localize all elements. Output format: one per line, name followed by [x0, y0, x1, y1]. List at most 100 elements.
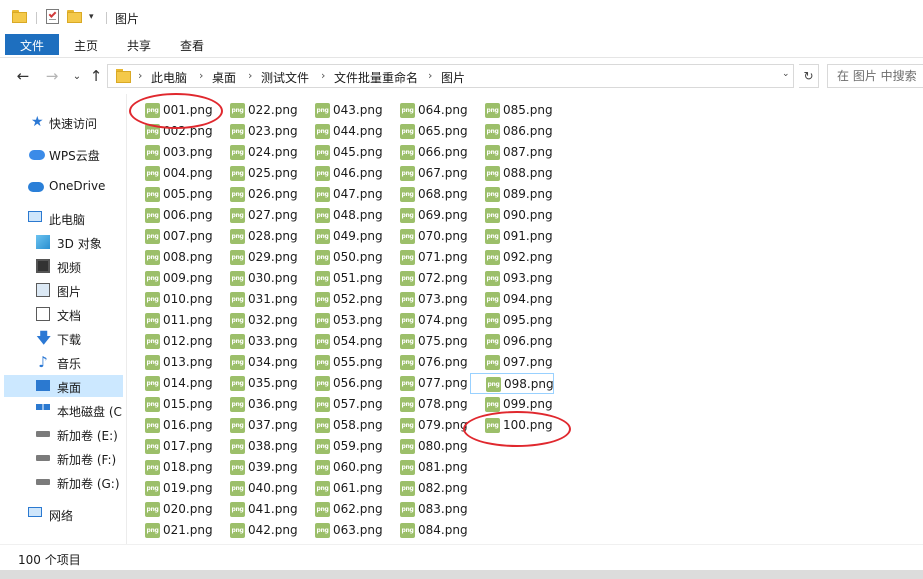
- file-item[interactable]: png 023.png: [215, 121, 299, 142]
- file-item[interactable]: png 033.png: [215, 331, 299, 352]
- file-item[interactable]: png 064.png: [385, 100, 469, 121]
- file-item[interactable]: png 037.png: [215, 415, 299, 436]
- nav-item-local-disk-c[interactable]: 本地磁盘 (C:: [4, 399, 123, 421]
- file-item[interactable]: png 025.png: [215, 163, 299, 184]
- file-item[interactable]: png 006.png: [130, 205, 214, 226]
- file-item[interactable]: png 071.png: [385, 247, 469, 268]
- file-item[interactable]: png 005.png: [130, 184, 214, 205]
- file-item[interactable]: png 017.png: [130, 436, 214, 457]
- file-item[interactable]: png 069.png: [385, 205, 469, 226]
- file-item[interactable]: png 055.png: [300, 352, 384, 373]
- breadcrumb-this-pc[interactable]: 此电脑: [151, 69, 187, 86]
- file-item[interactable]: png 091.png: [470, 226, 554, 247]
- file-item[interactable]: png 044.png: [300, 121, 384, 142]
- file-item[interactable]: png 070.png: [385, 226, 469, 247]
- file-item[interactable]: png 031.png: [215, 289, 299, 310]
- breadcrumb-separator[interactable]: ›: [428, 69, 432, 82]
- file-item[interactable]: png 010.png: [130, 289, 214, 310]
- new-folder-icon[interactable]: [67, 10, 82, 23]
- nav-item-onedrive[interactable]: OneDrive: [4, 175, 123, 197]
- nav-item-downloads[interactable]: 🡇 下载: [4, 327, 123, 349]
- nav-item-drive-e[interactable]: 新加卷 (E:): [4, 423, 123, 445]
- nav-item-pictures[interactable]: 图片: [4, 279, 123, 301]
- file-item[interactable]: png 062.png: [300, 499, 384, 520]
- file-item[interactable]: png 076.png: [385, 352, 469, 373]
- file-item[interactable]: png 043.png: [300, 100, 384, 121]
- file-item[interactable]: png 001.png: [130, 100, 214, 121]
- file-item[interactable]: png 083.png: [385, 499, 469, 520]
- file-item[interactable]: png 084.png: [385, 520, 469, 541]
- properties-icon[interactable]: [46, 9, 59, 24]
- breadcrumb-pictures[interactable]: 图片: [441, 69, 465, 86]
- recent-locations-chevron-icon[interactable]: ⌄: [68, 68, 86, 86]
- file-item[interactable]: png 039.png: [215, 457, 299, 478]
- file-item[interactable]: png 082.png: [385, 478, 469, 499]
- nav-item-drive-g[interactable]: 新加卷 (G:): [4, 471, 123, 493]
- breadcrumb-separator[interactable]: ›: [199, 69, 203, 82]
- file-item[interactable]: png 014.png: [130, 373, 214, 394]
- file-item[interactable]: png 097.png: [470, 352, 554, 373]
- file-item[interactable]: png 072.png: [385, 268, 469, 289]
- refresh-icon[interactable]: ↻: [799, 64, 819, 88]
- file-item[interactable]: png 042.png: [215, 520, 299, 541]
- nav-item-network[interactable]: 网络: [4, 503, 123, 525]
- file-item[interactable]: png 012.png: [130, 331, 214, 352]
- file-item[interactable]: png 016.png: [130, 415, 214, 436]
- file-item[interactable]: png 067.png: [385, 163, 469, 184]
- file-item[interactable]: png 058.png: [300, 415, 384, 436]
- nav-item-wps-cloud[interactable]: WPS云盘: [4, 143, 123, 165]
- pane-divider[interactable]: [126, 94, 127, 544]
- file-item[interactable]: png 041.png: [215, 499, 299, 520]
- forward-arrow-icon[interactable]: →: [43, 67, 61, 85]
- breadcrumb-desktop[interactable]: 桌面: [212, 69, 236, 86]
- search-input[interactable]: [837, 68, 923, 84]
- customize-toolbar-dropdown-icon[interactable]: ▾: [89, 12, 94, 22]
- file-item[interactable]: png 096.png: [470, 331, 554, 352]
- file-item[interactable]: png 098.png: [470, 373, 554, 394]
- nav-item-videos[interactable]: 视频: [4, 255, 123, 277]
- folder-icon[interactable]: [12, 10, 27, 23]
- file-item[interactable]: png 079.png: [385, 415, 469, 436]
- file-item[interactable]: png 024.png: [215, 142, 299, 163]
- file-item[interactable]: png 030.png: [215, 268, 299, 289]
- tab-home[interactable]: 主页: [64, 34, 108, 58]
- file-item[interactable]: png 087.png: [470, 142, 554, 163]
- file-item[interactable]: png 095.png: [470, 310, 554, 331]
- file-item[interactable]: png 020.png: [130, 499, 214, 520]
- nav-item-drive-f[interactable]: 新加卷 (F:): [4, 447, 123, 469]
- file-item[interactable]: png 051.png: [300, 268, 384, 289]
- file-item[interactable]: png 038.png: [215, 436, 299, 457]
- file-item[interactable]: png 061.png: [300, 478, 384, 499]
- file-item[interactable]: png 036.png: [215, 394, 299, 415]
- file-item[interactable]: png 063.png: [300, 520, 384, 541]
- file-item[interactable]: png 040.png: [215, 478, 299, 499]
- file-item[interactable]: png 032.png: [215, 310, 299, 331]
- file-item[interactable]: png 068.png: [385, 184, 469, 205]
- file-item[interactable]: png 034.png: [215, 352, 299, 373]
- file-item[interactable]: png 054.png: [300, 331, 384, 352]
- file-item[interactable]: png 081.png: [385, 457, 469, 478]
- up-arrow-icon[interactable]: ↑: [87, 67, 105, 85]
- file-item[interactable]: png 021.png: [130, 520, 214, 541]
- file-item[interactable]: png 003.png: [130, 142, 214, 163]
- nav-item-quick-access[interactable]: ★ 快速访问: [4, 111, 123, 133]
- nav-item-documents[interactable]: 文档: [4, 303, 123, 325]
- file-item[interactable]: png 018.png: [130, 457, 214, 478]
- file-item[interactable]: png 045.png: [300, 142, 384, 163]
- file-item[interactable]: png 066.png: [385, 142, 469, 163]
- file-item[interactable]: png 092.png: [470, 247, 554, 268]
- file-item[interactable]: png 053.png: [300, 310, 384, 331]
- file-item[interactable]: png 085.png: [470, 100, 554, 121]
- file-item[interactable]: png 013.png: [130, 352, 214, 373]
- file-item[interactable]: png 052.png: [300, 289, 384, 310]
- file-item[interactable]: png 011.png: [130, 310, 214, 331]
- breadcrumb-separator[interactable]: ›: [138, 69, 142, 82]
- nav-item-3d-objects[interactable]: 3D 对象: [4, 231, 123, 253]
- search-box[interactable]: [827, 64, 923, 88]
- file-item[interactable]: png 073.png: [385, 289, 469, 310]
- file-item[interactable]: png 065.png: [385, 121, 469, 142]
- tab-file[interactable]: 文件: [5, 34, 59, 55]
- file-item[interactable]: png 027.png: [215, 205, 299, 226]
- file-item[interactable]: png 059.png: [300, 436, 384, 457]
- breadcrumb-separator[interactable]: ›: [248, 69, 252, 82]
